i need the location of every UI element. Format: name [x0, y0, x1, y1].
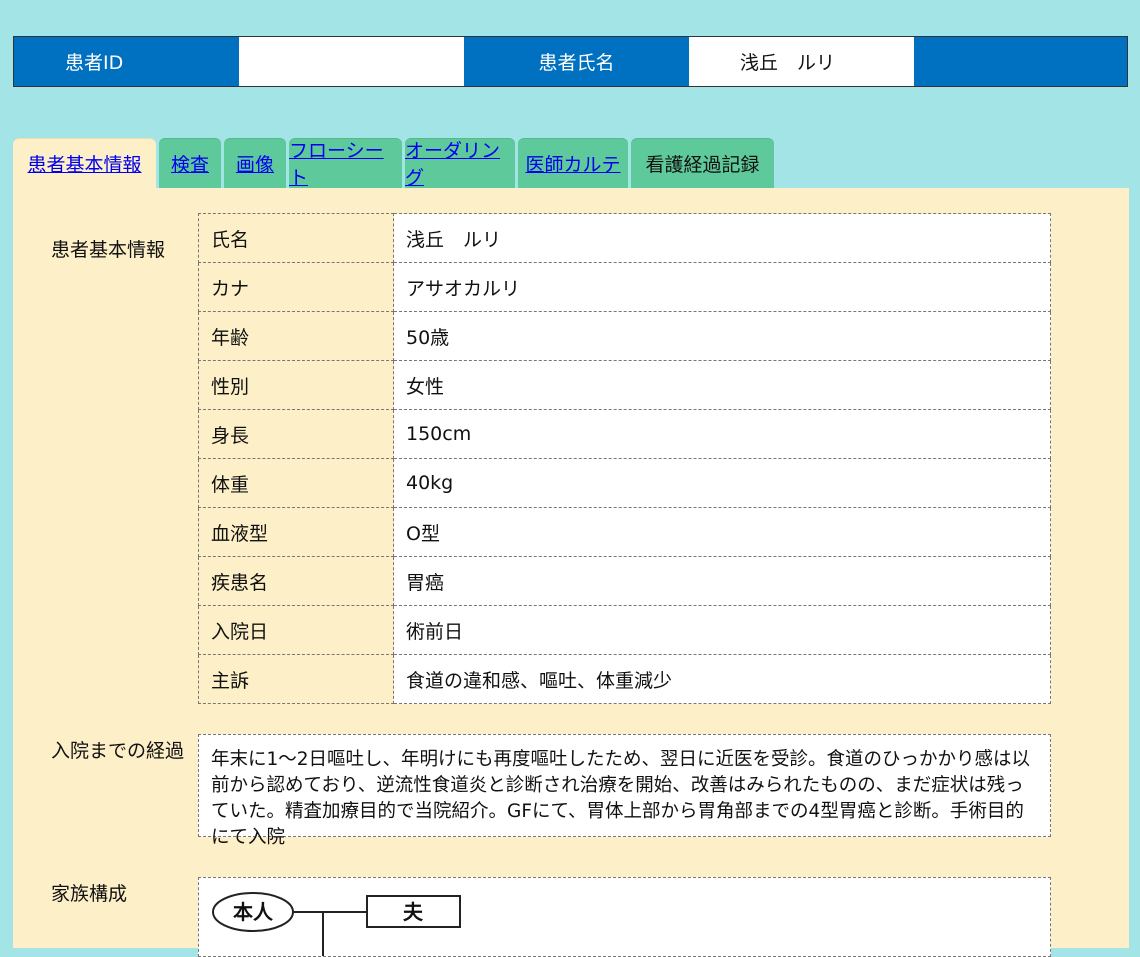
tab-basic-info[interactable]: 患者基本情報: [13, 138, 156, 188]
table-row: カナ アサオカルリ: [198, 262, 1051, 312]
row-value: 40kg: [393, 458, 1051, 508]
patient-name-value: 浅丘 ルリ: [689, 37, 914, 86]
row-value: 150cm: [393, 409, 1051, 459]
row-value: 胃癌: [393, 556, 1051, 606]
family-diagram: 本人 夫: [198, 877, 1051, 957]
tab-flowsheet[interactable]: フローシート: [289, 138, 402, 189]
row-key: カナ: [198, 262, 394, 312]
row-key: 年齢: [198, 311, 394, 361]
row-value: 術前日: [393, 605, 1051, 655]
row-value: 50歳: [393, 311, 1051, 361]
tab-bar: 患者基本情報 検査 画像 フローシート オーダリング 医師カルテ 看護経過記録: [13, 138, 777, 189]
row-value: アサオカルリ: [393, 262, 1051, 312]
content-panel: 患者基本情報 氏名 浅丘 ルリ カナ アサオカルリ 年齢 50歳 性別 女性 身…: [13, 188, 1129, 957]
self-node-label: 本人: [233, 900, 274, 924]
row-key: 体重: [198, 458, 394, 508]
row-key: 性別: [198, 360, 394, 410]
basic-info-section-label: 患者基本情報: [51, 239, 166, 261]
row-key: 血液型: [198, 507, 394, 557]
table-row: 性別 女性: [198, 360, 1051, 410]
patient-id-value: [239, 37, 464, 86]
tab-doctor-chart[interactable]: 医師カルテ: [518, 138, 628, 188]
table-row: 体重 40kg: [198, 458, 1051, 508]
table-row: 年齢 50歳: [198, 311, 1051, 361]
tab-ordering[interactable]: オーダリング: [405, 138, 515, 189]
family-tree-graphic: 本人 夫: [212, 892, 461, 956]
row-value: 女性: [393, 360, 1051, 410]
row-value: 食道の違和感、嘔吐、体重減少: [393, 654, 1051, 704]
table-row: 疾患名 胃癌: [198, 556, 1051, 606]
patient-header: 患者ID 患者氏名 浅丘 ルリ: [13, 36, 1128, 87]
table-row: 入院日 術前日: [198, 605, 1051, 655]
patient-name-label: 患者氏名: [464, 37, 689, 86]
header-filler: [914, 37, 1127, 86]
row-key: 氏名: [198, 213, 394, 263]
row-key: 疾患名: [198, 556, 394, 606]
row-key: 入院日: [198, 605, 394, 655]
table-row: 主訴 食道の違和感、嘔吐、体重減少: [198, 654, 1051, 704]
course-text: 年末に1～2日嘔吐し、年明けにも再度嘔吐したため、翌日に近医を受診。食道のひっか…: [198, 734, 1051, 848]
husband-node-label: 夫: [403, 900, 424, 924]
tab-nursing-record[interactable]: 看護経過記録: [631, 138, 774, 188]
table-row: 血液型 O型: [198, 507, 1051, 557]
table-row: 身長 150cm: [198, 409, 1051, 459]
tab-tests[interactable]: 検査: [159, 138, 221, 188]
row-key: 主訴: [198, 654, 394, 704]
table-row: 氏名 浅丘 ルリ: [198, 213, 1051, 263]
family-section-label: 家族構成: [51, 883, 128, 905]
row-key: 身長: [198, 409, 394, 459]
row-value: O型: [393, 507, 1051, 557]
patient-id-label: 患者ID: [14, 37, 239, 86]
row-value: 浅丘 ルリ: [393, 213, 1051, 263]
course-section-label: 入院までの経過: [51, 740, 185, 762]
tab-images[interactable]: 画像: [224, 138, 286, 188]
basic-info-table: 氏名 浅丘 ルリ カナ アサオカルリ 年齢 50歳 性別 女性 身長 150cm…: [198, 213, 1051, 704]
